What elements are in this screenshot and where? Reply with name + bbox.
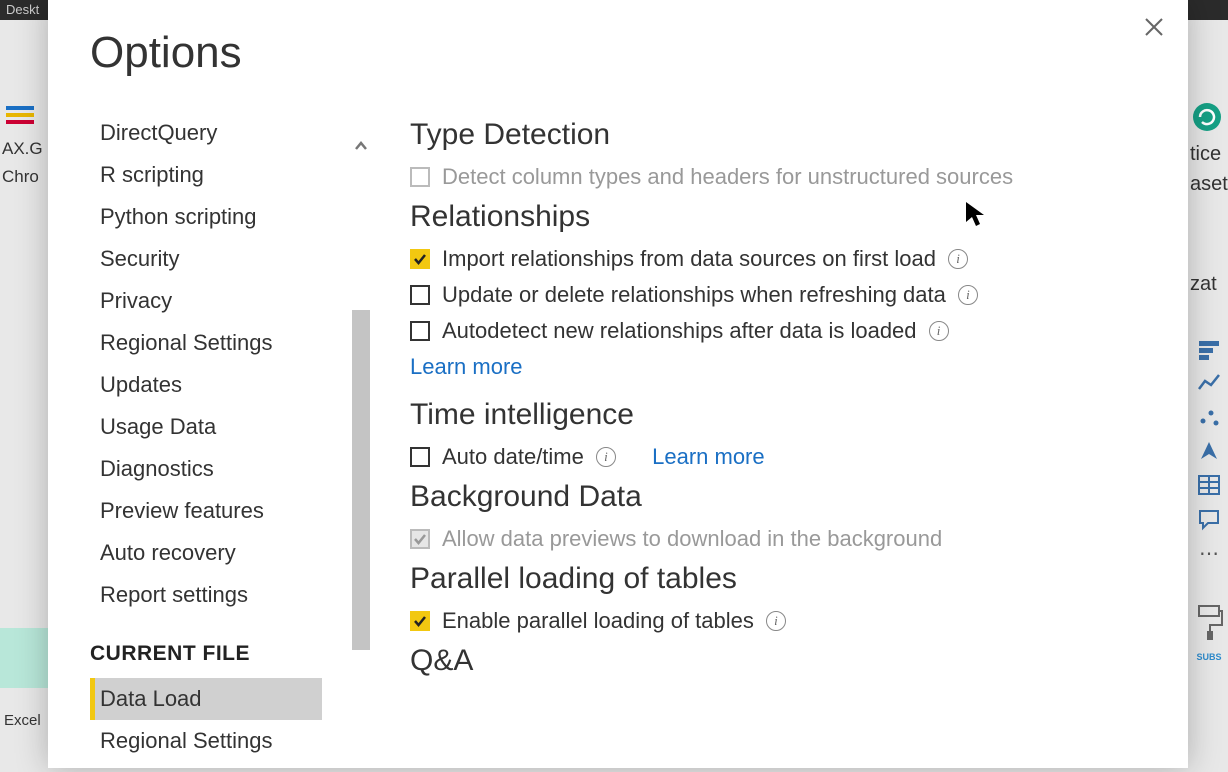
check-icon (413, 252, 427, 266)
refresh-icon (1190, 100, 1224, 134)
stacked-bar-icon[interactable] (1195, 335, 1223, 363)
opt-label: Update or delete relationships when refr… (442, 282, 946, 308)
sidebar-item-updates[interactable]: Updates (90, 364, 322, 406)
sidebar-item-regional-settings-file[interactable]: Regional Settings (90, 720, 322, 762)
comment-icon[interactable] (1195, 505, 1223, 533)
scroll-thumb[interactable] (352, 310, 370, 650)
opt-detect-columns: Detect column types and headers for unst… (410, 164, 1168, 190)
sidebar-item-regional-settings[interactable]: Regional Settings (90, 322, 322, 364)
checkbox-parallel-loading[interactable] (410, 611, 430, 631)
bg-left-frag: AX.G Chro (0, 100, 48, 191)
checkbox-update-relationships[interactable] (410, 285, 430, 305)
sidebar-item-data-load[interactable]: Data Load (90, 678, 322, 720)
info-icon[interactable]: i (929, 321, 949, 341)
opt-import-relationships[interactable]: Import relationships from data sources o… (410, 246, 1168, 272)
options-dialog: Options DirectQuery R scripting Python s… (48, 0, 1188, 768)
bg-text: zat (1190, 269, 1228, 299)
subs-badge-icon[interactable]: SUBS (1195, 643, 1223, 671)
checkbox-autodetect-relationships[interactable] (410, 321, 430, 341)
sidebar-item-usage-data[interactable]: Usage Data (90, 406, 322, 448)
bg-excel-label: Excel (4, 712, 41, 729)
section-parallel-loading: Parallel loading of tables (410, 562, 1168, 596)
options-content: Type Detection Detect column types and h… (390, 112, 1168, 768)
bg-excel-tile (0, 628, 48, 688)
sidebar-scrollbar[interactable] (352, 132, 370, 772)
scroll-track[interactable] (352, 160, 370, 750)
opt-background-previews: Allow data previews to download in the b… (410, 526, 1168, 552)
sidebar-item-python-scripting[interactable]: Python scripting (90, 196, 322, 238)
check-icon (413, 532, 427, 546)
opt-label: Detect column types and headers for unst… (442, 164, 1013, 190)
checkbox-detect-columns (410, 167, 430, 187)
ellipsis-icon[interactable]: ⋯ (1195, 539, 1223, 567)
scroll-up-button[interactable] (352, 132, 370, 160)
info-icon[interactable]: i (596, 447, 616, 467)
checkbox-auto-datetime[interactable] (410, 447, 430, 467)
paint-roller-icon[interactable] (1195, 609, 1223, 637)
opt-label: Enable parallel loading of tables (442, 608, 754, 634)
info-icon[interactable]: i (948, 249, 968, 269)
viz-icon-strip: ⋯ SUBS (1192, 335, 1226, 671)
dialog-title: Options (48, 0, 1188, 78)
opt-auto-datetime[interactable]: Auto date/time i Learn more (410, 444, 1168, 470)
bg-right-frag: tice aset zat (1190, 100, 1228, 299)
bg-text: aset (1190, 169, 1228, 199)
section-type-detection: Type Detection (410, 118, 1168, 152)
options-sidebar: DirectQuery R scripting Python scripting… (90, 112, 390, 768)
sidebar-item-report-settings[interactable]: Report settings (90, 574, 322, 616)
table-icon[interactable] (1195, 471, 1223, 499)
section-relationships: Relationships (410, 200, 1168, 234)
info-icon[interactable]: i (766, 611, 786, 631)
section-time-intelligence: Time intelligence (410, 398, 1168, 432)
opt-label: Allow data previews to download in the b… (442, 526, 942, 552)
bg-text: tice (1190, 139, 1228, 169)
sidebar-item-diagnostics[interactable]: Diagnostics (90, 448, 322, 490)
info-icon[interactable]: i (958, 285, 978, 305)
opt-parallel-loading[interactable]: Enable parallel loading of tables i (410, 608, 1168, 634)
relationships-learn-more-link[interactable]: Learn more (410, 354, 523, 379)
close-icon (1143, 16, 1165, 38)
sidebar-item-preview-features[interactable]: Preview features (90, 490, 322, 532)
opt-label: Auto date/time (442, 444, 584, 470)
scatter-icon[interactable] (1195, 403, 1223, 431)
close-button[interactable] (1140, 14, 1168, 42)
checkbox-import-relationships[interactable] (410, 249, 430, 269)
sidebar-item-auto-recovery[interactable]: Auto recovery (90, 532, 322, 574)
opt-label: Import relationships from data sources o… (442, 246, 936, 272)
sidebar-item-r-scripting[interactable]: R scripting (90, 154, 322, 196)
sidebar-item-privacy[interactable]: Privacy (90, 280, 322, 322)
check-icon (413, 614, 427, 628)
line-chart-icon[interactable] (1195, 369, 1223, 397)
opt-update-relationships[interactable]: Update or delete relationships when refr… (410, 282, 1168, 308)
sidebar-item-directquery[interactable]: DirectQuery (90, 112, 322, 154)
time-intel-learn-more-link[interactable]: Learn more (652, 444, 765, 470)
ribbon-icon (0, 100, 40, 130)
section-qa: Q&A (410, 644, 1168, 678)
bg-text: AX.G (0, 135, 48, 163)
chevron-up-icon (354, 139, 368, 153)
opt-label: Autodetect new relationships after data … (442, 318, 917, 344)
opt-autodetect-relationships[interactable]: Autodetect new relationships after data … (410, 318, 1168, 344)
sidebar-section-header: CURRENT FILE (90, 616, 322, 678)
sidebar-item-security[interactable]: Security (90, 238, 322, 280)
section-background-data: Background Data (410, 480, 1168, 514)
bg-text: Chro (0, 163, 48, 191)
arrow-icon[interactable] (1195, 437, 1223, 465)
checkbox-background-previews (410, 529, 430, 549)
